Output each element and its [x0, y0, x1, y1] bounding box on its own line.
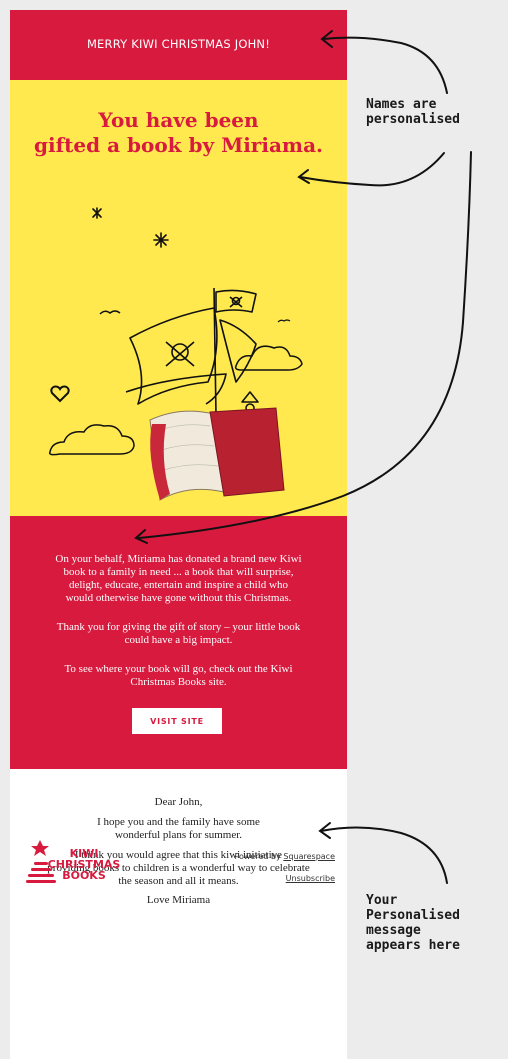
arrow-icon	[134, 151, 472, 544]
arrow-icon	[320, 30, 448, 94]
annotation-arrows	[134, 30, 472, 884]
arrow-icon	[297, 152, 445, 187]
arrow-icon	[318, 822, 448, 884]
